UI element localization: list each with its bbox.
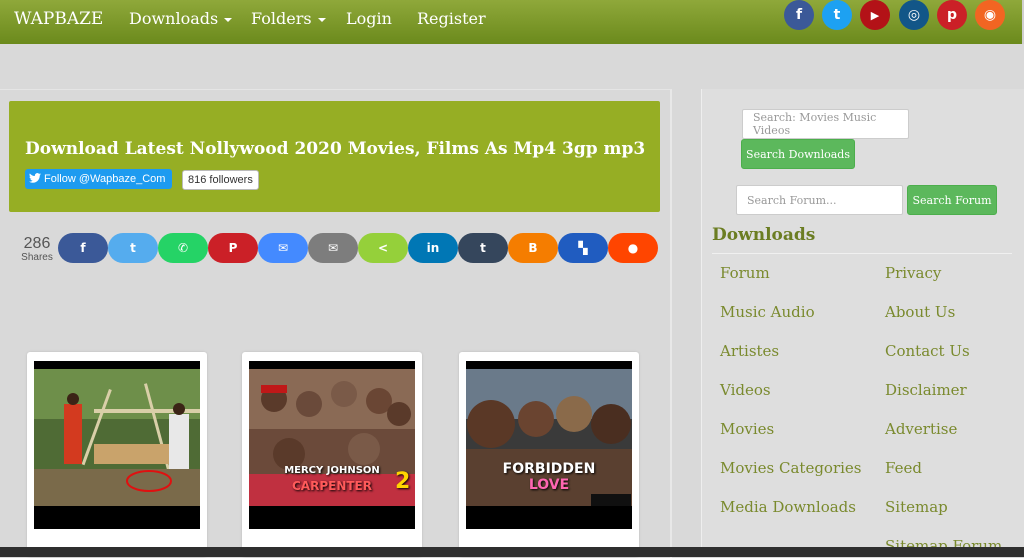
sidebar-section-title: Downloads [712, 225, 816, 245]
sidebar-link-privacy[interactable]: Privacy [885, 264, 941, 282]
nav-register[interactable]: Register [417, 9, 486, 28]
sidebar-link-music-audio[interactable]: Music Audio [720, 303, 815, 321]
sidebar-link-advertise[interactable]: Advertise [885, 420, 957, 438]
twitter-icon[interactable]: t [822, 0, 852, 30]
nav-login[interactable]: Login [346, 9, 392, 28]
share-count: 286 Shares [21, 235, 53, 263]
sidebar-link-movies[interactable]: Movies [720, 420, 774, 438]
divider [712, 253, 1012, 254]
movie-thumbnail-2[interactable]: MERCY JOHNSON CARPENTER 2 [242, 352, 422, 557]
share-pinterest-icon[interactable]: P [208, 233, 258, 263]
facebook-icon[interactable]: f [784, 0, 814, 30]
movie-poster[interactable]: MERCY JOHNSON CARPENTER 2 [249, 361, 415, 529]
share-reddit-icon[interactable]: ● [608, 233, 658, 263]
share-linkedin-icon[interactable]: in [408, 233, 458, 263]
search-downloads-button[interactable]: Search Downloads [741, 139, 855, 169]
movie-poster[interactable]: FORBIDDEN LOVE [466, 361, 632, 529]
sidebar-link-feed[interactable]: Feed [885, 459, 922, 477]
share-twitter-icon[interactable]: t [108, 233, 158, 263]
movie-scene-image [34, 369, 200, 506]
season-badge: 2 [395, 469, 411, 494]
bottom-bar [0, 547, 1024, 557]
share-delicious-icon[interactable]: ▚ [558, 233, 608, 263]
share-email-icon[interactable]: ✉ [308, 233, 358, 263]
page-title: Download Latest Nollywood 2020 Movies, F… [25, 139, 646, 159]
movie-thumbnail-1[interactable] [27, 352, 207, 557]
nav-folders[interactable]: Folders [251, 9, 326, 28]
share-facebook-icon[interactable]: f [58, 233, 108, 263]
sidebar-link-videos[interactable]: Videos [720, 381, 771, 399]
search-forum-button[interactable]: Search Forum [907, 185, 997, 215]
brand-logo[interactable]: WAPBAZE [14, 9, 103, 29]
sidebar-link-disclaimer[interactable]: Disclaimer [885, 381, 967, 399]
sidebar-link-sitemap[interactable]: Sitemap [885, 498, 948, 516]
twitter-bird-icon [29, 173, 41, 183]
rss-icon[interactable]: ◉ [975, 0, 1005, 30]
twitter-follow-button[interactable]: Follow @Wapbaze_Com [25, 169, 173, 189]
search-forum-input[interactable]: Search Forum... [736, 185, 903, 215]
share-tumblr-icon[interactable]: t [458, 233, 508, 263]
page-banner: Download Latest Nollywood 2020 Movies, F… [9, 101, 660, 212]
sidebar-link-artistes[interactable]: Artistes [720, 342, 779, 360]
movie-poster[interactable] [34, 361, 200, 529]
share-blogger-icon[interactable]: B [508, 233, 558, 263]
share-sharethis-icon[interactable]: < [358, 233, 408, 263]
share-messenger-icon[interactable]: ✉ [258, 233, 308, 263]
sidebar-link-movies-categories[interactable]: Movies Categories [720, 459, 862, 477]
pinterest-icon[interactable]: p [937, 0, 967, 30]
nav-downloads[interactable]: Downloads [129, 9, 233, 28]
sidebar-link-forum[interactable]: Forum [720, 264, 770, 282]
caret-down-icon [224, 17, 233, 22]
movie-thumbnail-3[interactable]: FORBIDDEN LOVE [459, 352, 639, 557]
instagram-icon[interactable]: ◎ [899, 0, 929, 30]
sidebar-link-media-downloads[interactable]: Media Downloads [720, 498, 856, 516]
search-downloads-input[interactable]: Search: Movies Music Videos [742, 109, 909, 139]
sidebar-link-about-us[interactable]: About Us [885, 303, 955, 321]
sidebar-link-contact-us[interactable]: Contact Us [885, 342, 970, 360]
navbar: WAPBAZE Downloads Folders Login Register… [0, 0, 1024, 44]
youtube-icon[interactable]: ▶ [860, 0, 890, 30]
caret-down-icon [317, 17, 326, 22]
share-whatsapp-icon[interactable]: ✆ [158, 233, 208, 263]
followers-count: 816 followers [182, 170, 259, 190]
